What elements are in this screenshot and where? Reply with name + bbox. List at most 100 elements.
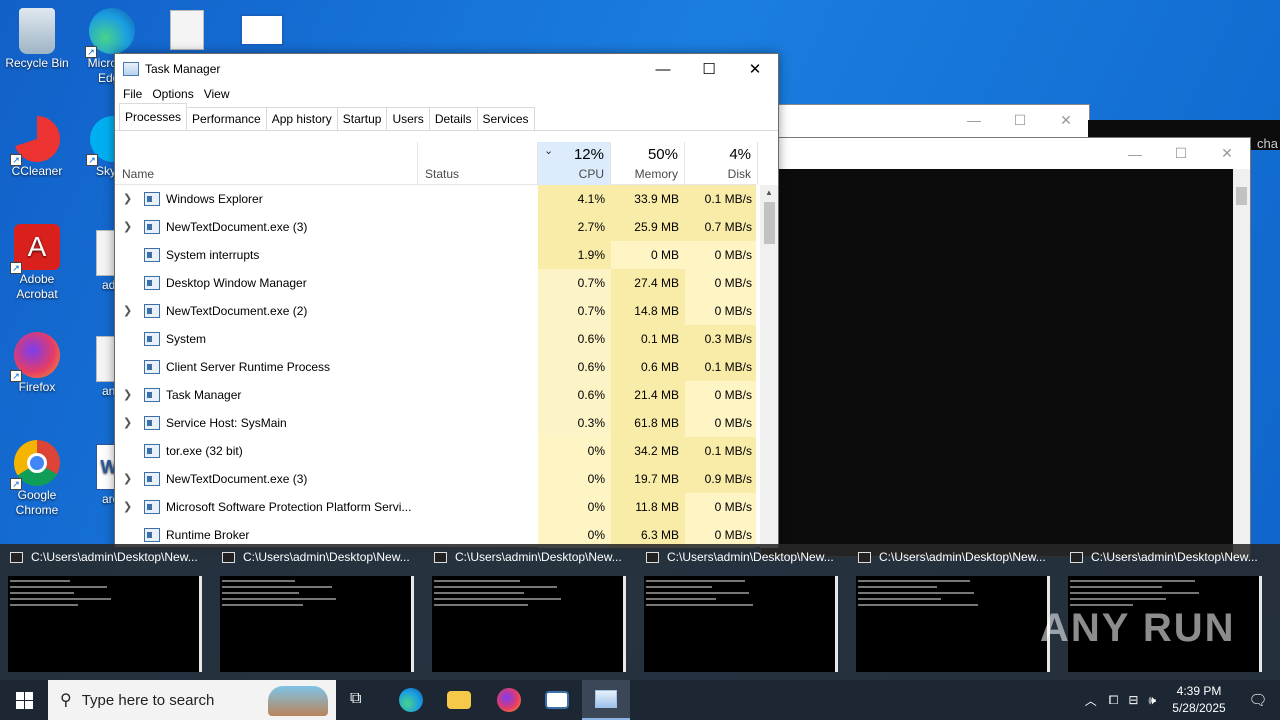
desktop-icon-recycle-bin[interactable]: Recycle Bin	[0, 2, 74, 71]
tab-app-history[interactable]: App history	[265, 107, 338, 130]
desktop-icon-ccleaner[interactable]: ↗ CCleaner	[0, 110, 74, 179]
process-icon	[144, 444, 160, 458]
title-bar[interactable]: Task Manager — ☐ ✕	[115, 54, 778, 84]
console-window[interactable]: — ☐ ✕	[760, 137, 1251, 558]
close-icon[interactable]: ✕	[1043, 112, 1089, 129]
expand-chevron-icon[interactable]: ❯	[123, 409, 135, 437]
window-thumbnail[interactable]: C:\Users\admin\Desktop\New...	[0, 544, 204, 680]
scroll-up-icon[interactable]: ▲	[760, 185, 778, 201]
expand-chevron-icon[interactable]: ❯	[123, 493, 135, 521]
process-row[interactable]: Desktop Window Manager 0.7% 27.4 MB 0 MB/s	[115, 269, 756, 297]
app-taskbar-icon[interactable]	[545, 691, 569, 709]
maximize-icon[interactable]: ☐	[1158, 145, 1204, 162]
desktop-icon-adobe-acrobat[interactable]: A ↗ Adobe Acrobat	[0, 218, 74, 302]
minimize-icon[interactable]: —	[951, 112, 997, 128]
menu-options[interactable]: Options	[147, 84, 198, 104]
desktop-icon-label: Adobe Acrobat	[16, 272, 58, 301]
task-manager-window[interactable]: Task Manager — ☐ ✕ File Options View Pro…	[114, 53, 779, 548]
tab-performance[interactable]: Performance	[186, 107, 267, 130]
column-cpu[interactable]: ⌄ 12% CPU	[538, 142, 611, 185]
process-row[interactable]: ❯ Microsoft Software Protection Platform …	[115, 493, 756, 521]
process-row[interactable]: System interrupts 1.9% 0 MB 0 MB/s	[115, 241, 756, 269]
process-row[interactable]: ❯ NewTextDocument.exe (2) 0.7% 14.8 MB 0 MB/…	[115, 297, 756, 325]
process-list: ❯ Windows Explorer 4.1% 33.9 MB 0.1 MB/s ❯ New…	[115, 185, 756, 548]
desktop-icon-chrome[interactable]: ↗ Google Chrome	[0, 434, 74, 518]
window-thumbnail[interactable]: C:\Users\admin\Desktop\New...	[636, 544, 840, 680]
desktop-icon-firefox[interactable]: ↗ Firefox	[0, 326, 74, 395]
notifications-icon[interactable]: 🗨	[1236, 691, 1280, 709]
minimize-button[interactable]: —	[640, 54, 686, 84]
tab-startup[interactable]: Startup	[336, 107, 388, 130]
process-row[interactable]: Client Server Runtime Process 0.6% 0.6 MB 0…	[115, 353, 756, 381]
close-button[interactable]: ✕	[732, 54, 778, 84]
tab-users[interactable]: Users	[386, 107, 430, 130]
background-text: cha	[1257, 136, 1278, 151]
firefox-taskbar-icon[interactable]	[497, 688, 521, 712]
process-row[interactable]: ❯ Windows Explorer 4.1% 33.9 MB 0.1 MB/s	[115, 185, 756, 213]
column-status[interactable]: Status	[418, 142, 538, 185]
tab-processes[interactable]: Processes	[119, 103, 188, 130]
process-disk: 0 MB/s	[685, 409, 756, 437]
clock[interactable]: 4:39 PM 5/28/2025	[1162, 683, 1236, 717]
expand-chevron-icon[interactable]: ❯	[123, 381, 135, 409]
tab-services[interactable]: Services	[476, 107, 535, 130]
column-disk[interactable]: 4% Disk	[685, 142, 758, 185]
file-explorer-taskbar-icon[interactable]	[447, 691, 471, 709]
desktop-file-icon[interactable]	[240, 14, 284, 46]
thumbnail-caption: C:\Users\admin\Desktop\New...	[646, 550, 838, 564]
process-row[interactable]: ❯ Task Manager 0.6% 21.4 MB 0 MB/s	[115, 381, 756, 409]
menu-view[interactable]: View	[199, 84, 235, 104]
document-icon	[96, 336, 114, 382]
search-box[interactable]: ⚲ Type here to search	[48, 680, 336, 720]
edge-taskbar-icon[interactable]	[399, 688, 423, 712]
console-scrollbar[interactable]	[1233, 169, 1250, 558]
close-icon[interactable]: ✕	[1204, 145, 1250, 162]
sort-chevron-icon: ⌄	[544, 145, 554, 157]
volume-icon[interactable]: 🕪	[1148, 693, 1156, 708]
task-view-icon[interactable]: ⧉	[350, 690, 361, 708]
task-manager-taskbar-button[interactable]	[582, 680, 630, 720]
process-cpu: 1.9%	[538, 241, 611, 269]
ethernet-icon[interactable]: ⊟	[1128, 693, 1138, 707]
thumbnail-caption: C:\Users\admin\Desktop\New...	[10, 550, 202, 564]
window-thumbnail[interactable]: C:\Users\admin\Desktop\New...	[848, 544, 1052, 680]
process-row[interactable]: System 0.6% 0.1 MB 0.3 MB/s	[115, 325, 756, 353]
maximize-button[interactable]: ☐	[686, 54, 732, 84]
vertical-scrollbar[interactable]: ▲	[760, 185, 778, 548]
menu-file[interactable]: File	[118, 84, 147, 104]
process-row[interactable]: ❯ NewTextDocument.exe (3) 0% 19.7 MB 0.9 MB/…	[115, 465, 756, 493]
process-row[interactable]: ❯ Service Host: SysMain 0.3% 61.8 MB 0 MB/s	[115, 409, 756, 437]
process-disk: 0 MB/s	[685, 269, 756, 297]
window-thumbnail[interactable]: C:\Users\admin\Desktop\New...	[424, 544, 628, 680]
desktop-icon-label: Google Chrome	[15, 488, 59, 517]
show-hidden-icons-icon[interactable]: ︿	[1085, 692, 1097, 709]
start-button[interactable]	[0, 680, 48, 720]
process-cpu: 0%	[538, 465, 611, 493]
network-icon[interactable]: ⧠	[1109, 693, 1119, 708]
process-row[interactable]: tor.exe (32 bit) 0% 34.2 MB 0.1 MB/s	[115, 437, 756, 465]
tab-details[interactable]: Details	[428, 107, 478, 130]
desktop-icon-around[interactable]: W around	[76, 438, 114, 508]
window-thumbnail[interactable]: C:\Users\admin\Desktop\New...	[212, 544, 416, 680]
minimize-icon[interactable]: —	[1112, 146, 1158, 162]
process-memory: 25.9 MB	[611, 213, 685, 241]
desktop-icon-label: around	[102, 492, 114, 506]
process-row[interactable]: ❯ NewTextDocument.exe (3) 2.7% 25.9 MB 0.7 M…	[115, 213, 756, 241]
expand-chevron-icon[interactable]: ❯	[123, 465, 135, 493]
expand-chevron-icon[interactable]: ❯	[123, 185, 135, 213]
process-name: Microsoft Software Protection Platform S…	[166, 500, 412, 514]
desktop-icon-advice[interactable]: advice	[76, 224, 114, 294]
expand-chevron-icon[interactable]: ❯	[123, 213, 135, 241]
desktop-icon-answer[interactable]: answer	[76, 330, 114, 400]
desktop-file-icon[interactable]	[170, 10, 204, 50]
tab-bar: Processes Performance App history Startu…	[115, 103, 778, 131]
process-memory: 0.1 MB	[611, 325, 685, 353]
thumbnail-caption: C:\Users\admin\Desktop\New...	[222, 550, 414, 564]
expand-chevron-icon[interactable]: ❯	[123, 297, 135, 325]
maximize-icon[interactable]: ☐	[997, 112, 1043, 129]
process-name: System	[166, 332, 207, 346]
desktop-icon-skype[interactable]: ↗ Skype	[76, 110, 114, 190]
scrollbar-thumb[interactable]	[764, 202, 775, 244]
column-name[interactable]: Name	[115, 142, 418, 185]
column-memory[interactable]: 50% Memory	[611, 142, 685, 185]
